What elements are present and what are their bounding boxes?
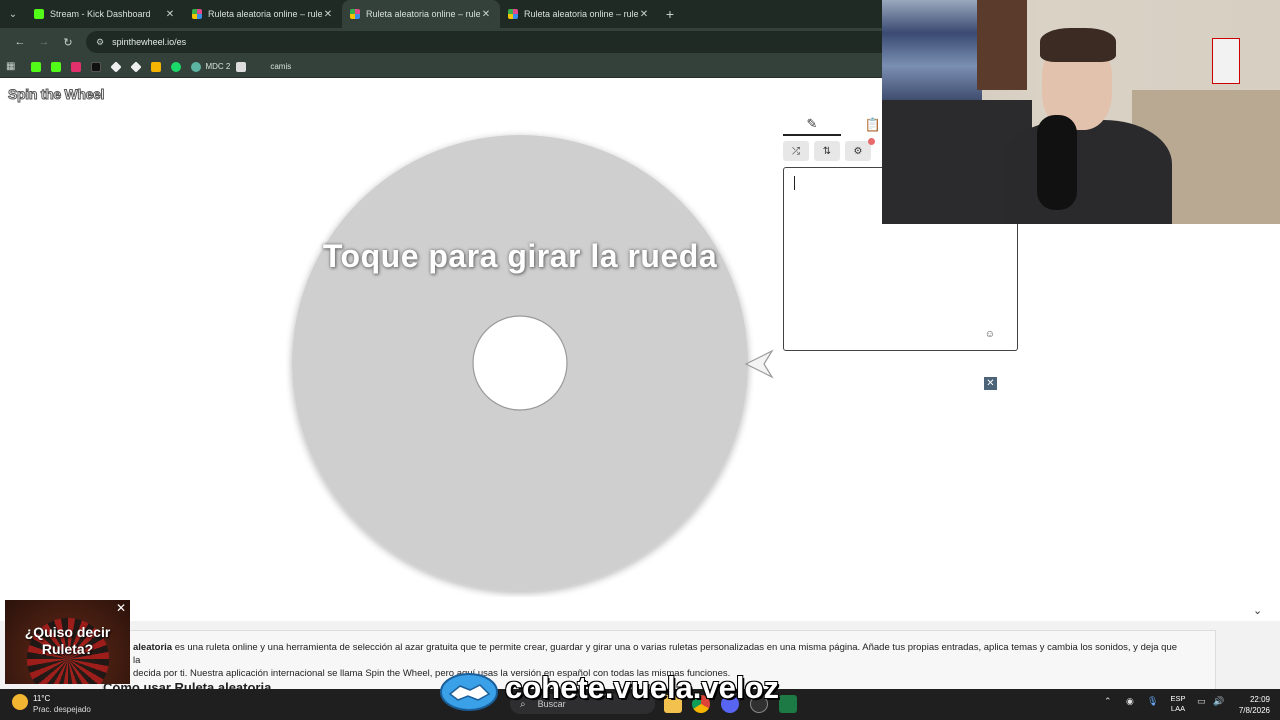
spin-wheel[interactable]	[286, 129, 754, 597]
bookmark-kick-1[interactable]	[31, 58, 45, 76]
diamond-icon	[110, 60, 123, 73]
webcam-curtain	[882, 0, 982, 110]
bookmark-u[interactable]	[151, 58, 165, 76]
tab-ruleta-1[interactable]: Ruleta aleatoria online – ruleta ✕	[184, 0, 342, 28]
circle-logo-icon	[171, 61, 182, 72]
wheel-center-hub[interactable]	[472, 315, 568, 411]
pencil-icon: ✎	[806, 116, 818, 131]
weather-description[interactable]: Prac. despejado	[33, 705, 91, 714]
webcam-person-hair	[1040, 28, 1116, 62]
tab-results[interactable]: 📋	[841, 114, 881, 136]
sort-button[interactable]: ⇅	[814, 141, 840, 161]
forward-arrow-icon[interactable]: →	[32, 30, 56, 54]
network-icon[interactable]: ▭	[1197, 696, 1206, 707]
bookmark-square[interactable]	[236, 58, 250, 76]
webcam-microphone	[1037, 115, 1077, 210]
u-logo-icon	[151, 61, 162, 72]
weather-temperature[interactable]: 11°C	[33, 694, 50, 703]
close-tab-icon[interactable]: ✕	[480, 9, 492, 20]
wheel-favicon-icon	[350, 9, 360, 19]
text-caret	[794, 176, 795, 190]
sort-icon: ⇅	[822, 145, 832, 157]
stream-overlay-text: cohete.vuela.veloz	[505, 670, 779, 705]
bookmark-camis[interactable]: camis	[270, 58, 291, 76]
webcam-person-body	[1002, 120, 1172, 224]
square-logo-icon	[236, 61, 247, 72]
webcam-flag	[1212, 38, 1240, 84]
discord-tray-icon[interactable]: ◉	[1126, 696, 1134, 707]
handshake-logo-icon	[440, 673, 498, 711]
url-text: spinthewheel.io/es	[112, 37, 187, 47]
address-bar[interactable]: ⚙ spinthewheel.io/es	[86, 31, 906, 53]
bookmark-diamond-2[interactable]	[130, 58, 145, 76]
close-tab-icon[interactable]: ✕	[638, 9, 650, 20]
close-tab-icon[interactable]: ✕	[322, 9, 334, 20]
shuffle-icon: ⤮	[792, 145, 800, 157]
tiktok-icon	[91, 61, 102, 72]
bookmark-kick-2[interactable]	[51, 58, 65, 76]
ad-text: ¿Quiso decir Ruleta?	[24, 624, 111, 657]
chevron-down-icon[interactable]: ⌄	[1253, 604, 1262, 617]
wheel-svg[interactable]	[286, 129, 754, 597]
kick-favicon-icon	[34, 9, 44, 19]
gear-icon: ⚙	[853, 145, 863, 157]
panel-tabs: ✎ 📋	[783, 114, 883, 136]
wheel-favicon-icon	[508, 9, 518, 19]
bookmark-tiktok[interactable]	[91, 58, 105, 76]
site-info-icon[interactable]: ⚙	[96, 37, 104, 48]
tab-search-chevron-icon[interactable]: ⌄	[0, 0, 26, 28]
settings-button[interactable]: ⚙	[845, 138, 875, 161]
apps-grid-icon[interactable]: ▦	[6, 58, 25, 76]
reload-icon[interactable]: ↻	[56, 30, 80, 54]
wheel-favicon-icon	[192, 9, 202, 19]
close-tab-icon[interactable]: ✕	[164, 9, 176, 20]
new-tab-plus-icon[interactable]: +	[658, 6, 682, 22]
volume-icon[interactable]: 🔊	[1213, 696, 1224, 707]
entries-toolbar: ⤮ ⇅ ⚙	[783, 138, 883, 163]
mdc-icon	[191, 61, 202, 72]
kick-icon	[51, 61, 62, 72]
wheel-pointer-icon	[744, 349, 774, 379]
emoji-picker-icon[interactable]: ☺	[985, 329, 995, 340]
input-language[interactable]: ESP LAA	[1168, 694, 1188, 714]
webcam-overlay	[882, 0, 1280, 224]
instagram-icon	[71, 61, 82, 72]
close-ad-icon[interactable]: ✕	[115, 602, 127, 614]
taskbar-clock[interactable]: 22:09 7/8/2026	[1230, 694, 1270, 716]
clipboard-icon: 📋	[864, 117, 881, 132]
tab-ruleta-3[interactable]: Ruleta aleatoria online – ruleta ✕	[500, 0, 658, 28]
tab-ruleta-2-active[interactable]: Ruleta aleatoria online – ruleta ✕	[342, 0, 500, 28]
bookmark-circle[interactable]	[171, 58, 185, 76]
tab-edit-entries[interactable]: ✎	[783, 114, 841, 136]
microphone-tray-icon[interactable]: 🎙	[1147, 696, 1158, 707]
tray-expand-icon[interactable]: ⌃	[1104, 696, 1112, 707]
roulette-ad[interactable]: ¿Quiso decir Ruleta? ✕	[5, 600, 130, 684]
spin-the-wheel-logo[interactable]: Spin the Wheel	[7, 86, 104, 103]
weather-sun-icon[interactable]	[12, 694, 28, 710]
excel-icon[interactable]	[779, 695, 797, 713]
webcam-window	[977, 0, 1027, 90]
bookmark-diamond-1[interactable]	[110, 58, 125, 76]
notification-dot	[868, 138, 875, 145]
bookmark-instagram[interactable]	[71, 58, 85, 76]
diamond-icon	[130, 60, 143, 73]
shuffle-button[interactable]: ⤮	[783, 141, 809, 161]
kick-icon	[31, 61, 42, 72]
close-popup-button[interactable]: ✕	[984, 377, 997, 390]
bookmark-mdc2[interactable]: MDC 2	[191, 58, 230, 76]
back-arrow-icon[interactable]: ←	[8, 30, 32, 54]
tab-kick-dashboard[interactable]: Stream - Kick Dashboard ✕	[26, 0, 184, 28]
spin-prompt-text[interactable]: Toque para girar la rueda	[290, 238, 750, 275]
